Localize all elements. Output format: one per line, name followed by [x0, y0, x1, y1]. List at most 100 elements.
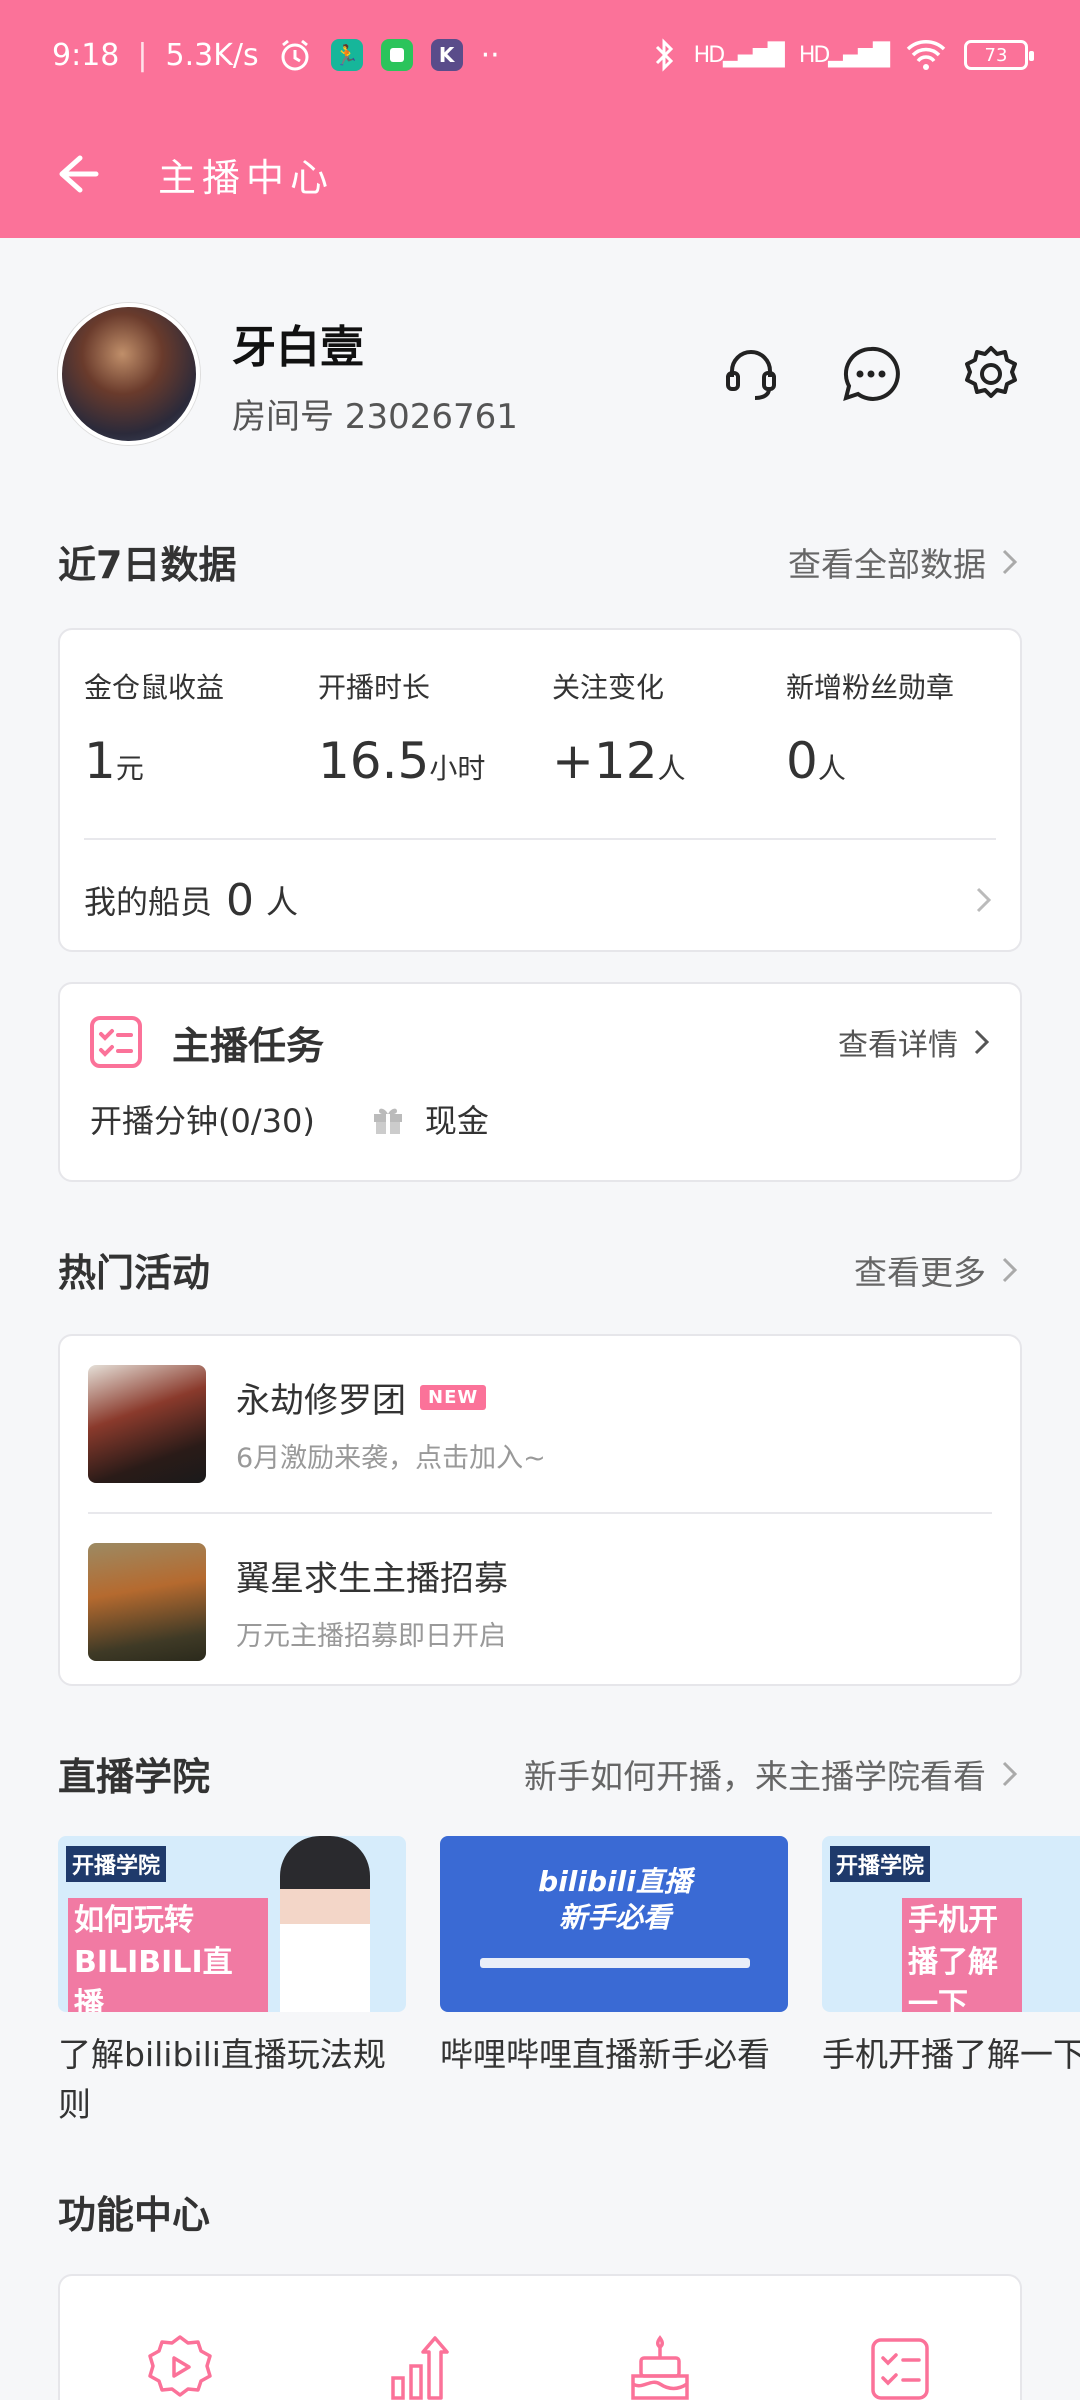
course-thumbnail-text: bilibili直播 新手必看	[538, 1865, 692, 1934]
course-thumbnail: 开播学院 手机开播了解一下	[822, 1836, 1080, 2012]
my-crew-row[interactable]: 我的船员 0 人	[60, 840, 1020, 960]
academy-guide-link[interactable]: 新手如何开播，来主播学院看看	[524, 1750, 1022, 1798]
activity-item[interactable]: 永劫修罗团 NEW 6月激励来袭，点击加入~	[60, 1336, 1020, 1512]
activity-thumbnail-survival	[88, 1543, 206, 1661]
crew-label: 我的船员	[84, 883, 213, 921]
course-title: 哔哩哔哩直播新手必看	[440, 2035, 770, 2074]
anchor-tasks-title: 主播任务	[172, 1023, 325, 1068]
headset-support-icon[interactable]	[720, 343, 782, 405]
page-title: 主播中心	[158, 155, 335, 200]
course-thumbnail-tag: 开播学院	[66, 1846, 167, 1882]
course-thumbnail-text: 手机开播了解一下	[902, 1898, 1022, 2012]
course-card[interactable]: 开播学院 如何玩转BILIBILI直播 了解bilibili直播玩法规则	[58, 1836, 406, 2126]
activity-subtitle: 万元主播招募即日开启	[236, 1621, 506, 1652]
hot-activities-title: 热门活动	[58, 1251, 211, 1295]
stat-unit: 人	[657, 752, 686, 785]
avatar[interactable]	[58, 303, 200, 445]
chevron-right-icon	[1002, 1761, 1018, 1786]
growth-chart-icon[interactable]	[385, 2332, 455, 2400]
chevron-right-icon	[1002, 549, 1018, 574]
view-more-link[interactable]: 查看更多	[854, 1246, 1022, 1294]
room-number: 房间号 23026761	[232, 396, 518, 437]
anchor-profile: 牙白壹 房间号 23026761	[58, 303, 1022, 445]
birthday-cake-icon[interactable]	[625, 2332, 695, 2400]
crew-unit: 人	[266, 883, 299, 921]
course-card[interactable]: 开播学院 手机开播了解一下 手机开播了解一下	[822, 1836, 1080, 2080]
task-reward: 现金	[424, 1102, 489, 1140]
anchor-name: 牙白壹	[232, 321, 364, 373]
app-header: 9:18 | 5.3K/s 🏃 K ·· HD▂▄▆█ HD▂▄▆█ 73 主播…	[0, 0, 1080, 238]
stat-value: 1	[84, 732, 116, 790]
course-thumbnail-text: 如何玩转BILIBILI直播	[68, 1898, 268, 2012]
network-speed: 5.3K/s	[165, 37, 259, 73]
course-title: 了解bilibili直播玩法规则	[58, 2035, 386, 2124]
fitness-app-icon: 🏃	[330, 39, 363, 71]
wifi-icon	[906, 40, 946, 70]
stat-value: 0	[786, 732, 818, 790]
function-center-header: 功能中心	[58, 2184, 1022, 2239]
stats-row: 金仓鼠收益 1元 开播时长 16.5小时 关注变化 +12人 新增粉丝勋章 0人	[60, 666, 1020, 790]
stat-label: 金仓鼠收益	[84, 671, 225, 704]
academy-carousel[interactable]: 开播学院 如何玩转BILIBILI直播 了解bilibili直播玩法规则 bil…	[58, 1836, 1080, 2126]
stat-fan-medals[interactable]: 新增粉丝勋章 0人	[786, 666, 1020, 790]
battery-level: 73	[984, 44, 1008, 66]
battery-icon: 73	[964, 40, 1034, 70]
task-checklist-icon	[90, 1016, 142, 1068]
recent-data-card: 金仓鼠收益 1元 开播时长 16.5小时 关注变化 +12人 新增粉丝勋章 0人…	[58, 628, 1022, 952]
message-icon[interactable]	[840, 343, 902, 405]
stat-unit: 元	[115, 752, 144, 785]
view-task-details-link[interactable]: 查看详情	[838, 1020, 994, 1064]
recent-data-header: 近7日数据 查看全部数据	[58, 534, 1022, 589]
activity-title: 翼星求生主播招募	[236, 1559, 508, 1599]
function-center-title: 功能中心	[58, 2193, 211, 2237]
navigation-bar: 主播中心	[0, 110, 1080, 238]
course-title: 手机开播了解一下	[822, 2035, 1080, 2074]
stat-value: 16.5	[318, 732, 430, 790]
crew-value: 0	[226, 874, 255, 926]
hot-activities-header: 热门活动 查看更多	[58, 1242, 1022, 1297]
back-arrow-icon[interactable]	[50, 146, 106, 202]
live-academy-header: 直播学院 新手如何开播，来主播学院看看	[58, 1746, 1022, 1801]
settings-gear-icon[interactable]	[960, 343, 1022, 405]
recent-data-title: 近7日数据	[58, 543, 237, 587]
stat-earnings[interactable]: 金仓鼠收益 1元	[84, 666, 318, 790]
stat-follow-change[interactable]: 关注变化 +12人	[552, 666, 786, 790]
stat-value: +12	[552, 732, 658, 790]
presenter-figure	[280, 1836, 370, 2012]
status-separator: |	[137, 37, 148, 73]
course-thumbnail: 开播学院 如何玩转BILIBILI直播	[58, 1836, 406, 2012]
chevron-right-icon	[1002, 1257, 1018, 1282]
course-card[interactable]: bilibili直播 新手必看 哔哩哔哩直播新手必看	[440, 1836, 788, 2080]
k-app-icon: K	[430, 39, 463, 71]
stat-label: 开播时长	[318, 671, 431, 704]
green-app-icon	[380, 39, 413, 71]
activity-subtitle: 6月激励来袭，点击加入~	[236, 1443, 546, 1474]
signal-hd-1-icon: HD▂▄▆█	[693, 42, 785, 68]
video-play-icon[interactable]	[145, 2332, 215, 2400]
view-task-details-label: 查看详情	[838, 1028, 958, 1063]
bluetooth-icon	[655, 38, 673, 72]
chevron-right-icon	[976, 887, 992, 913]
new-badge: NEW	[420, 1385, 487, 1410]
signal-hd-2-icon: HD▂▄▆█	[798, 42, 890, 68]
stat-label: 关注变化	[552, 671, 665, 704]
gift-icon	[373, 1108, 402, 1134]
anchor-tasks-card: 主播任务 查看详情 开播分钟(0/30) 现金	[58, 982, 1022, 1182]
activity-thumbnail-naraka	[88, 1365, 206, 1483]
checklist-icon[interactable]	[865, 2332, 935, 2400]
live-academy-title: 直播学院	[58, 1755, 211, 1799]
hot-activities-card: 永劫修罗团 NEW 6月激励来袭，点击加入~ 翼星求生主播招募 万元主播招募即日…	[58, 1334, 1022, 1686]
view-all-data-link[interactable]: 查看全部数据	[788, 538, 1022, 586]
function-center-card	[58, 2274, 1022, 2400]
status-bar: 9:18 | 5.3K/s 🏃 K ·· HD▂▄▆█ HD▂▄▆█ 73	[0, 0, 1080, 110]
stat-live-duration[interactable]: 开播时长 16.5小时	[318, 666, 552, 790]
view-more-label: 查看更多	[854, 1252, 986, 1292]
stat-label: 新增粉丝勋章	[786, 671, 955, 704]
task-progress: 开播分钟(0/30)	[90, 1102, 315, 1140]
desk-illustration	[480, 1958, 750, 1968]
course-thumbnail-tag: 开播学院	[830, 1846, 931, 1882]
stat-unit: 小时	[429, 752, 486, 785]
view-all-data-label: 查看全部数据	[788, 544, 986, 584]
alarm-icon	[281, 39, 309, 71]
activity-item[interactable]: 翼星求生主播招募 万元主播招募即日开启	[60, 1514, 1020, 1690]
